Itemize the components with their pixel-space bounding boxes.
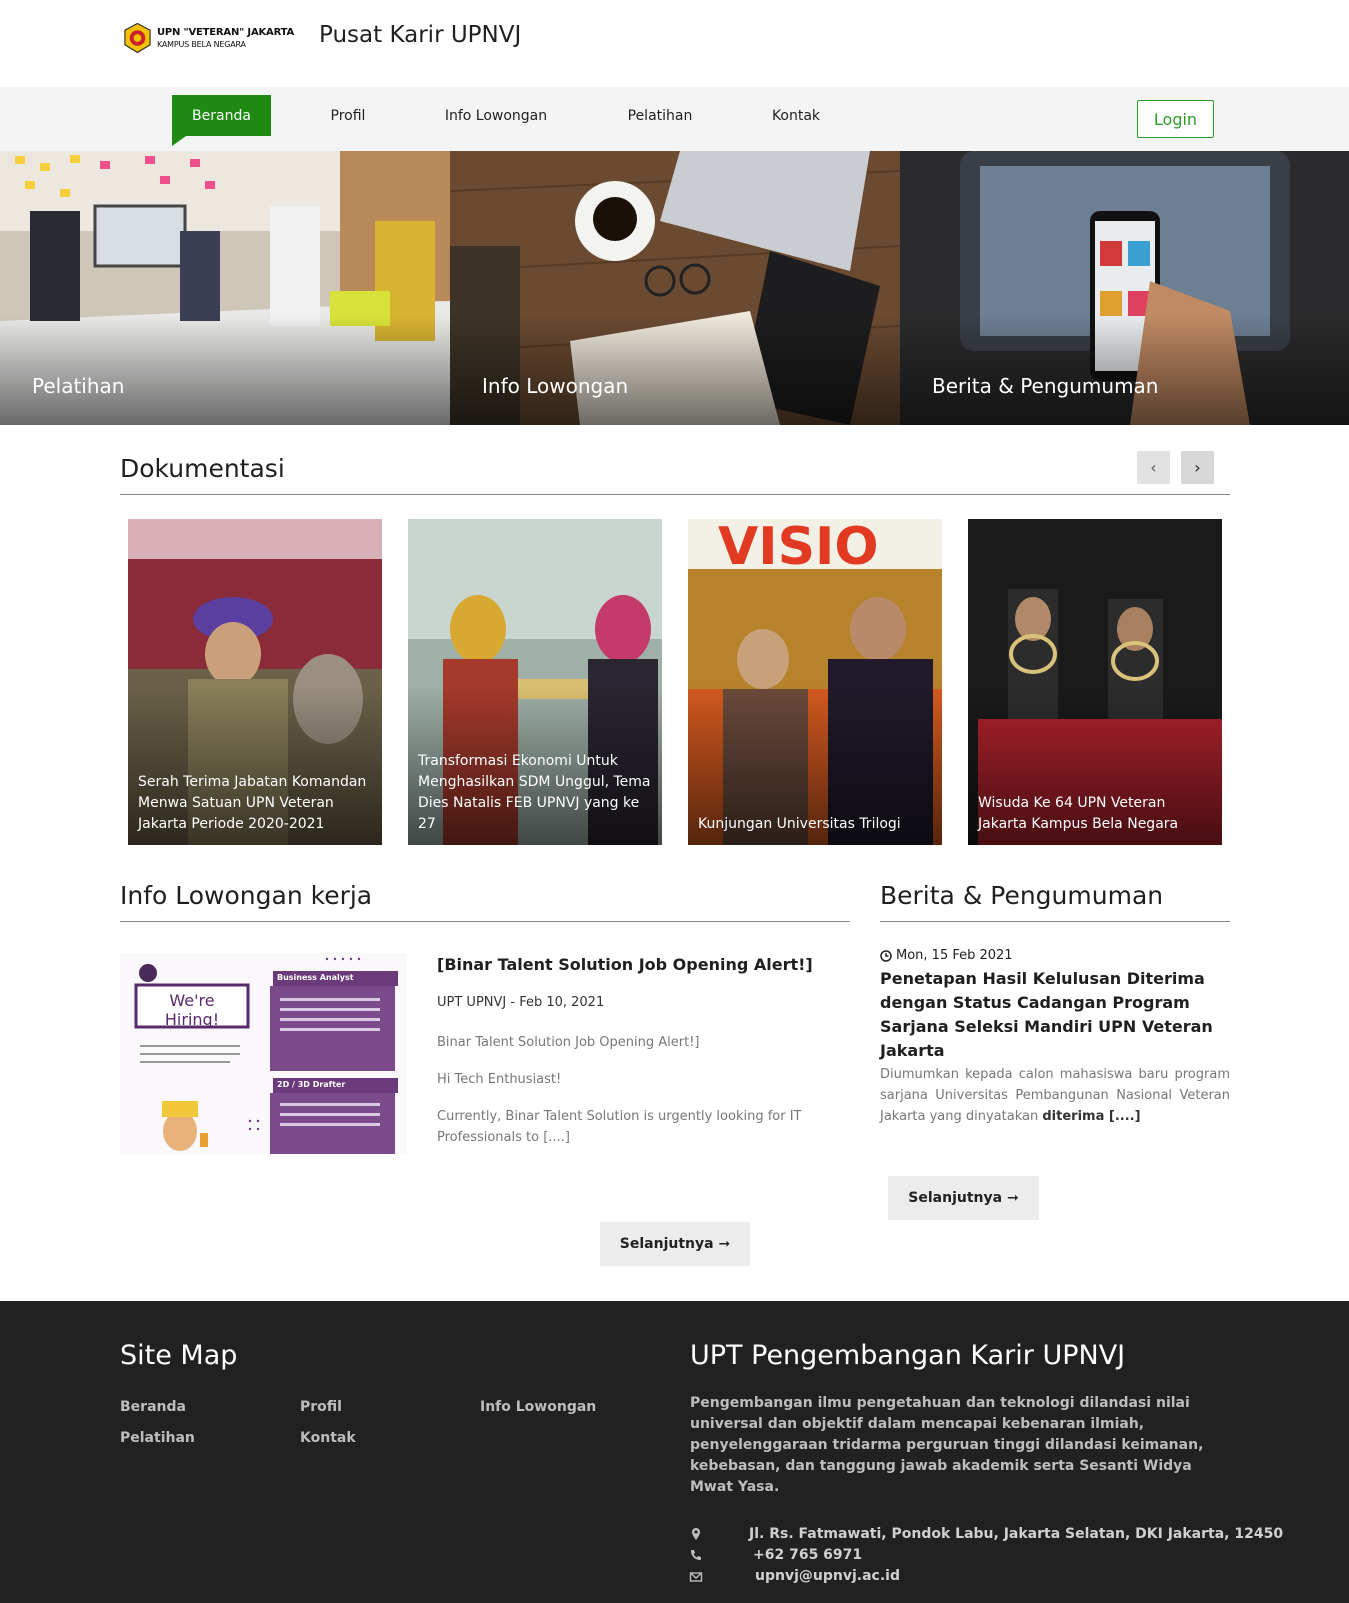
banner-label: Pelatihan: [32, 374, 125, 398]
news-excerpt-more: diterima [....]: [1042, 1109, 1141, 1124]
doc-caption: Wisuda Ke 64 UPN Veteran Jakarta Kampus …: [978, 795, 1179, 832]
banner-berita[interactable]: Berita & Pengumuman: [900, 151, 1349, 425]
carousel-prev-button[interactable]: ‹: [1137, 451, 1170, 484]
jobs-more-button[interactable]: Selanjutnya ➞: [600, 1222, 750, 1266]
job-item-line: Binar Talent Solution Job Opening Alert!…: [437, 1035, 700, 1050]
poster-role2: 2D / 3D Drafter: [277, 1080, 346, 1089]
footer-email[interactable]: upnvj@upnvj.ac.id: [755, 1568, 900, 1584]
about-text: Pengembangan ilmu pengetahuan dan teknol…: [690, 1395, 1204, 1495]
banner-shade: [0, 315, 450, 425]
phone-icon: [691, 1550, 701, 1560]
hiring-poster-graphic: [120, 953, 407, 1154]
about-title: UPT Pengembangan Karir UPNVJ: [690, 1340, 1126, 1371]
doc-caption: Kunjungan Universitas Trilogi: [698, 816, 901, 832]
news-date: Mon, 15 Feb 2021: [880, 948, 1013, 963]
banner-pelatihan[interactable]: Pelatihan: [0, 151, 450, 425]
footer-link-beranda[interactable]: Beranda: [120, 1399, 186, 1415]
footer-link-info-lowongan[interactable]: Info Lowongan: [480, 1399, 596, 1415]
news-date-text: Mon, 15 Feb 2021: [896, 948, 1013, 963]
section-divider: [120, 494, 1230, 495]
logo-line2: KAMPUS BELA NEGARA: [157, 40, 246, 49]
poster-role1: Business Analyst: [277, 973, 354, 982]
chevron-left-icon: ‹: [1150, 458, 1157, 477]
banner-label: Info Lowongan: [482, 374, 629, 398]
envelope-icon: [689, 1572, 703, 1582]
nav-item-kontak[interactable]: Kontak: [762, 95, 830, 136]
clock-icon: [880, 949, 892, 962]
login-button[interactable]: Login: [1137, 100, 1214, 138]
nav-item-info-lowongan[interactable]: Info Lowongan: [436, 95, 556, 136]
doc-caption: Transformasi Ekonomi Untuk Menghasilkan …: [418, 753, 651, 832]
news-title: Berita & Pengumuman: [880, 881, 1164, 910]
job-item-line: Hi Tech Enthusiast!: [437, 1072, 562, 1087]
banner-info-lowongan[interactable]: Info Lowongan: [450, 151, 900, 425]
footer-address: Jl. Rs. Fatmawati, Pondok Labu, Jakarta …: [749, 1526, 1284, 1542]
banner-label: Berita & Pengumuman: [932, 374, 1159, 398]
main-nav: Beranda Profil Info Lowongan Pelatihan K…: [0, 87, 1349, 151]
map-marker-icon: [692, 1528, 700, 1540]
footer-link-kontak[interactable]: Kontak: [300, 1430, 356, 1446]
footer-phone: +62 765 6971: [753, 1547, 863, 1563]
job-thumbnail[interactable]: We're Hiring! Business Analyst 2D / 3D D…: [120, 953, 407, 1154]
documentation-title: Dokumentasi: [120, 454, 285, 483]
jobs-title: Info Lowongan kerja: [120, 881, 373, 910]
site-title: Pusat Karir UPNVJ: [319, 22, 522, 48]
footer-link-pelatihan[interactable]: Pelatihan: [120, 1430, 195, 1446]
job-item-meta: UPT UPNVJ - Feb 10, 2021: [437, 995, 605, 1010]
news-excerpt: Diumumkan kepada calon mahasiswa baru pr…: [880, 1064, 1230, 1127]
banner-shade: [450, 315, 900, 425]
svg-text:VISIO: VISIO: [718, 519, 879, 577]
nav-item-profil[interactable]: Profil: [316, 95, 380, 136]
sitemap-title: Site Map: [120, 1340, 238, 1371]
university-seal-icon: [124, 22, 151, 54]
nav-item-beranda[interactable]: Beranda: [172, 95, 271, 146]
poster-heading: We're Hiring!: [164, 991, 220, 1029]
chevron-right-icon: ›: [1194, 458, 1201, 477]
section-divider: [880, 921, 1230, 922]
doc-card[interactable]: Wisuda Ke 64 UPN Veteran Jakarta Kampus …: [968, 519, 1222, 845]
job-item-line: Currently, Binar Talent Solution is urge…: [437, 1109, 802, 1145]
logo-line1: UPN "VETERAN" JAKARTA: [157, 27, 295, 38]
doc-card[interactable]: Transformasi Ekonomi Untuk Menghasilkan …: [408, 519, 662, 845]
banner-shade: [900, 315, 1349, 425]
doc-caption: Serah Terima Jabatan Komandan Menwa Satu…: [138, 774, 367, 832]
doc-card[interactable]: Serah Terima Jabatan Komandan Menwa Satu…: [128, 519, 382, 845]
section-divider: [120, 921, 850, 922]
news-more-button[interactable]: Selanjutnya ➞: [888, 1176, 1039, 1220]
carousel-next-button[interactable]: ›: [1181, 451, 1214, 484]
site-header: UPN "VETERAN" JAKARTA KAMPUS BELA NEGARA…: [0, 0, 1349, 87]
doc-card[interactable]: VISIO Kunjungan Universitas Trilogi: [688, 519, 942, 845]
news-item-title[interactable]: Penetapan Hasil Kelulusan Diterima denga…: [880, 967, 1230, 1063]
job-item-title[interactable]: [Binar Talent Solution Job Opening Alert…: [437, 955, 813, 974]
university-logo[interactable]: UPN "VETERAN" JAKARTA KAMPUS BELA NEGARA: [122, 22, 294, 56]
nav-item-pelatihan[interactable]: Pelatihan: [616, 95, 704, 136]
footer-link-profil[interactable]: Profil: [300, 1399, 342, 1415]
